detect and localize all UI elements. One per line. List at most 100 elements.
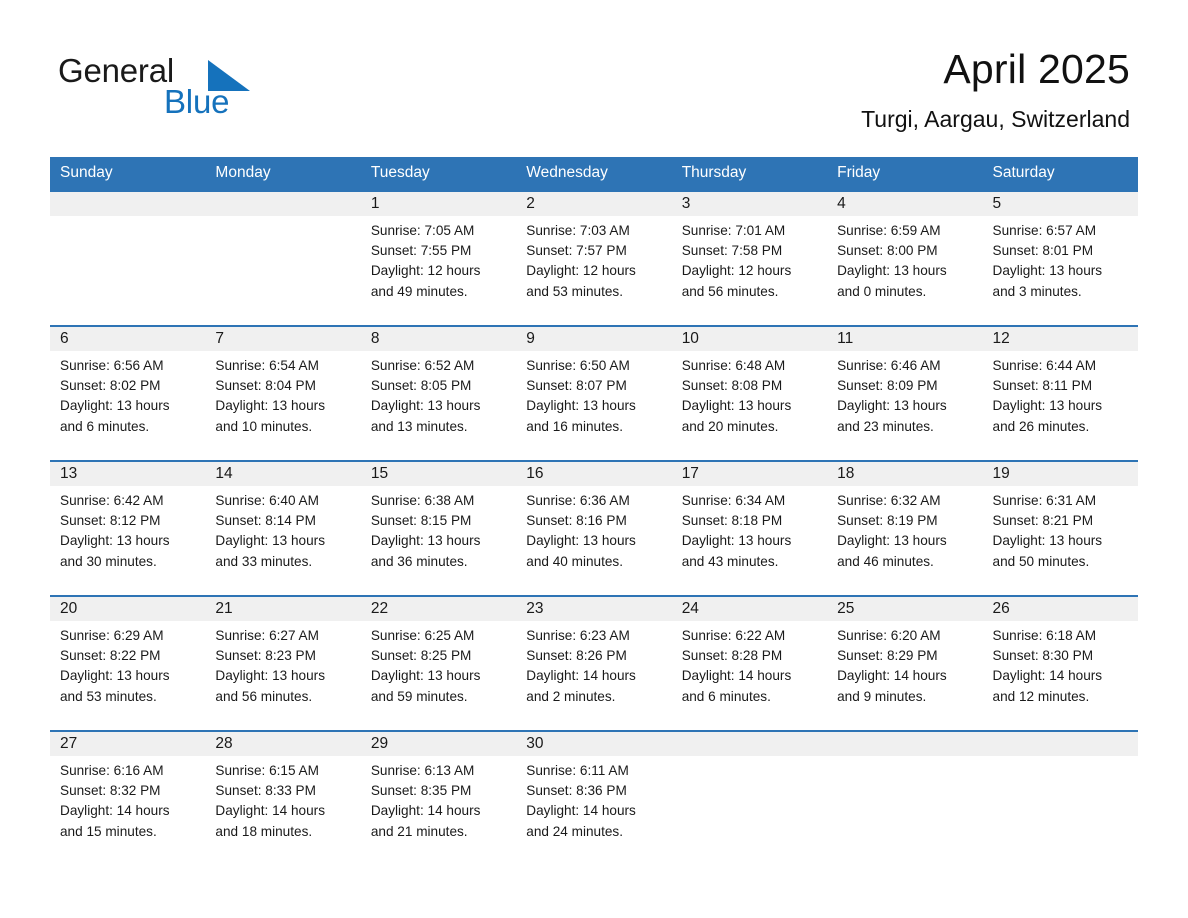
day-cell[interactable]: 1 Sunrise: 7:05 AM Sunset: 7:55 PM Dayli… [360, 190, 517, 326]
day-cell[interactable]: 29 Sunrise: 6:13 AM Sunset: 8:35 PM Dayl… [360, 730, 517, 866]
day-cell[interactable]: 5 Sunrise: 6:57 AM Sunset: 8:01 PM Dayli… [982, 190, 1138, 326]
day-cell[interactable] [982, 730, 1138, 866]
day-cell[interactable]: 2 Sunrise: 7:03 AM Sunset: 7:57 PM Dayli… [516, 190, 672, 326]
sunrise-text: Sunrise: 6:38 AM [370, 493, 475, 508]
daylight-text-line1: Daylight: 13 hours [60, 398, 170, 414]
day-cell[interactable]: 30 Sunrise: 6:11 AM Sunset: 8:36 PM Dayl… [516, 730, 672, 866]
calendar-week-row: 20 Sunrise: 6:29 AM Sunset: 8:22 PM Dayl… [50, 595, 1138, 731]
day-cell[interactable]: 28 Sunrise: 6:15 AM Sunset: 8:33 PM Dayl… [205, 730, 361, 866]
day-details: Sunrise: 6:48 AM Sunset: 8:08 PM Dayligh… [672, 351, 827, 437]
day-details: Sunrise: 6:46 AM Sunset: 8:09 PM Dayligh… [827, 351, 982, 437]
sunrise-text: Sunrise: 6:54 AM [215, 358, 319, 373]
daylight-text-line1: Daylight: 14 hours [992, 668, 1103, 684]
sunrise-text: Sunrise: 6:16 AM [60, 763, 164, 778]
day-cell[interactable]: 21 Sunrise: 6:27 AM Sunset: 8:23 PM Dayl… [205, 595, 361, 731]
day-cell[interactable]: 22 Sunrise: 6:25 AM Sunset: 8:25 PM Dayl… [360, 595, 517, 731]
day-cell[interactable]: 7 Sunrise: 6:54 AM Sunset: 8:04 PM Dayli… [205, 325, 361, 461]
day-cell[interactable]: 3 Sunrise: 7:01 AM Sunset: 7:58 PM Dayli… [671, 190, 828, 326]
daylight-text-line1: Daylight: 14 hours [526, 803, 636, 819]
daylight-text-line2: and 26 minutes. [992, 418, 1090, 434]
daylight-text-line2: and 13 minutes. [370, 418, 468, 434]
day-cell[interactable]: 23 Sunrise: 6:23 AM Sunset: 8:26 PM Dayl… [516, 595, 672, 731]
sunset-text: Sunset: 8:32 PM [60, 783, 161, 799]
day-cell[interactable]: 4 Sunrise: 6:59 AM Sunset: 8:00 PM Dayli… [827, 190, 983, 326]
daylight-text-line1: Daylight: 14 hours [60, 803, 170, 819]
day-cell[interactable]: 11 Sunrise: 6:46 AM Sunset: 8:09 PM Dayl… [827, 325, 983, 461]
day-details: Sunrise: 6:13 AM Sunset: 8:35 PM Dayligh… [361, 756, 516, 842]
daylight-text-line2: and 6 minutes. [681, 688, 771, 704]
day-cell[interactable]: 19 Sunrise: 6:31 AM Sunset: 8:21 PM Dayl… [982, 460, 1138, 596]
day-cell[interactable] [671, 730, 828, 866]
day-details: Sunrise: 6:57 AM Sunset: 8:01 PM Dayligh… [983, 216, 1138, 302]
daylight-text-line1: Daylight: 13 hours [370, 398, 481, 414]
sunset-text: Sunset: 8:12 PM [60, 513, 161, 529]
daylight-text-line2: and 56 minutes. [681, 283, 779, 299]
day-number [205, 192, 361, 216]
daylight-text-line1: Daylight: 14 hours [370, 803, 481, 819]
sunrise-text: Sunrise: 6:44 AM [992, 358, 1097, 373]
sunset-text: Sunset: 8:14 PM [215, 513, 316, 529]
sunset-text: Sunset: 8:09 PM [837, 378, 938, 394]
sunset-text: Sunset: 8:18 PM [681, 513, 783, 529]
day-number: 25 [827, 597, 983, 621]
day-cell[interactable]: 13 Sunrise: 6:42 AM Sunset: 8:12 PM Dayl… [50, 460, 206, 596]
day-cell[interactable]: 14 Sunrise: 6:40 AM Sunset: 8:14 PM Dayl… [205, 460, 361, 596]
sunset-text: Sunset: 8:05 PM [370, 378, 472, 394]
sunrise-text: Sunrise: 6:20 AM [837, 628, 941, 643]
sunset-text: Sunset: 7:58 PM [681, 243, 783, 259]
day-cell[interactable] [205, 190, 361, 326]
day-cell[interactable]: 27 Sunrise: 6:16 AM Sunset: 8:32 PM Dayl… [50, 730, 206, 866]
daylight-text-line2: and 21 minutes. [370, 823, 468, 839]
day-number: 11 [827, 327, 983, 351]
sunrise-text: Sunrise: 6:18 AM [992, 628, 1097, 643]
daylight-text-line1: Daylight: 14 hours [215, 803, 325, 819]
day-cell[interactable]: 17 Sunrise: 6:34 AM Sunset: 8:18 PM Dayl… [671, 460, 828, 596]
day-cell[interactable] [50, 190, 206, 326]
sunrise-text: Sunrise: 6:52 AM [370, 358, 475, 373]
general-blue-logo[interactable]: General Blue [58, 52, 388, 124]
daylight-text-line2: and 6 minutes. [60, 418, 150, 434]
sunset-text: Sunset: 8:28 PM [681, 648, 783, 664]
daylight-text-line2: and 53 minutes. [60, 688, 157, 704]
daylight-text-line2: and 3 minutes. [992, 283, 1082, 299]
day-cell[interactable]: 15 Sunrise: 6:38 AM Sunset: 8:15 PM Dayl… [360, 460, 517, 596]
day-cell[interactable] [827, 730, 983, 866]
sunrise-text: Sunrise: 7:03 AM [526, 223, 630, 238]
sunset-text: Sunset: 8:15 PM [370, 513, 472, 529]
day-cell[interactable]: 16 Sunrise: 6:36 AM Sunset: 8:16 PM Dayl… [516, 460, 672, 596]
day-cell[interactable]: 20 Sunrise: 6:29 AM Sunset: 8:22 PM Dayl… [50, 595, 206, 731]
day-details: Sunrise: 6:25 AM Sunset: 8:25 PM Dayligh… [361, 621, 516, 707]
daylight-text-line2: and 59 minutes. [370, 688, 468, 704]
day-details: Sunrise: 6:59 AM Sunset: 8:00 PM Dayligh… [827, 216, 982, 302]
day-cell[interactable]: 25 Sunrise: 6:20 AM Sunset: 8:29 PM Dayl… [827, 595, 983, 731]
day-cell[interactable]: 9 Sunrise: 6:50 AM Sunset: 8:07 PM Dayli… [516, 325, 672, 461]
day-details: Sunrise: 7:01 AM Sunset: 7:58 PM Dayligh… [672, 216, 827, 302]
day-cell[interactable]: 18 Sunrise: 6:32 AM Sunset: 8:19 PM Dayl… [827, 460, 983, 596]
sunset-text: Sunset: 8:26 PM [526, 648, 627, 664]
daylight-text-line1: Daylight: 13 hours [681, 533, 792, 549]
sunrise-text: Sunrise: 6:48 AM [681, 358, 786, 373]
daylight-text-line1: Daylight: 13 hours [681, 398, 792, 414]
daylight-text-line2: and 50 minutes. [992, 553, 1090, 569]
day-details: Sunrise: 6:15 AM Sunset: 8:33 PM Dayligh… [205, 756, 360, 842]
sunset-text: Sunset: 8:33 PM [215, 783, 316, 799]
sunrise-text: Sunrise: 6:56 AM [60, 358, 164, 373]
daylight-text-line1: Daylight: 12 hours [526, 263, 636, 279]
day-number: 16 [516, 462, 672, 486]
title-block: April 2025 Turgi, Aargau, Switzerland [861, 44, 1130, 134]
day-cell[interactable]: 12 Sunrise: 6:44 AM Sunset: 8:11 PM Dayl… [982, 325, 1138, 461]
day-details: Sunrise: 6:18 AM Sunset: 8:30 PM Dayligh… [983, 621, 1138, 707]
day-number: 1 [360, 192, 517, 216]
sunset-text: Sunset: 8:30 PM [992, 648, 1094, 664]
daylight-text-line1: Daylight: 13 hours [837, 398, 947, 414]
day-cell[interactable]: 24 Sunrise: 6:22 AM Sunset: 8:28 PM Dayl… [671, 595, 828, 731]
day-cell[interactable]: 6 Sunrise: 6:56 AM Sunset: 8:02 PM Dayli… [50, 325, 206, 461]
day-number: 7 [205, 327, 361, 351]
day-cell[interactable]: 26 Sunrise: 6:18 AM Sunset: 8:30 PM Dayl… [982, 595, 1138, 731]
logo-text-blue: Blue [164, 83, 230, 120]
day-details: Sunrise: 6:27 AM Sunset: 8:23 PM Dayligh… [205, 621, 360, 707]
day-cell[interactable]: 10 Sunrise: 6:48 AM Sunset: 8:08 PM Dayl… [671, 325, 828, 461]
day-number [827, 732, 983, 756]
day-cell[interactable]: 8 Sunrise: 6:52 AM Sunset: 8:05 PM Dayli… [360, 325, 517, 461]
daylight-text-line1: Daylight: 13 hours [992, 533, 1103, 549]
